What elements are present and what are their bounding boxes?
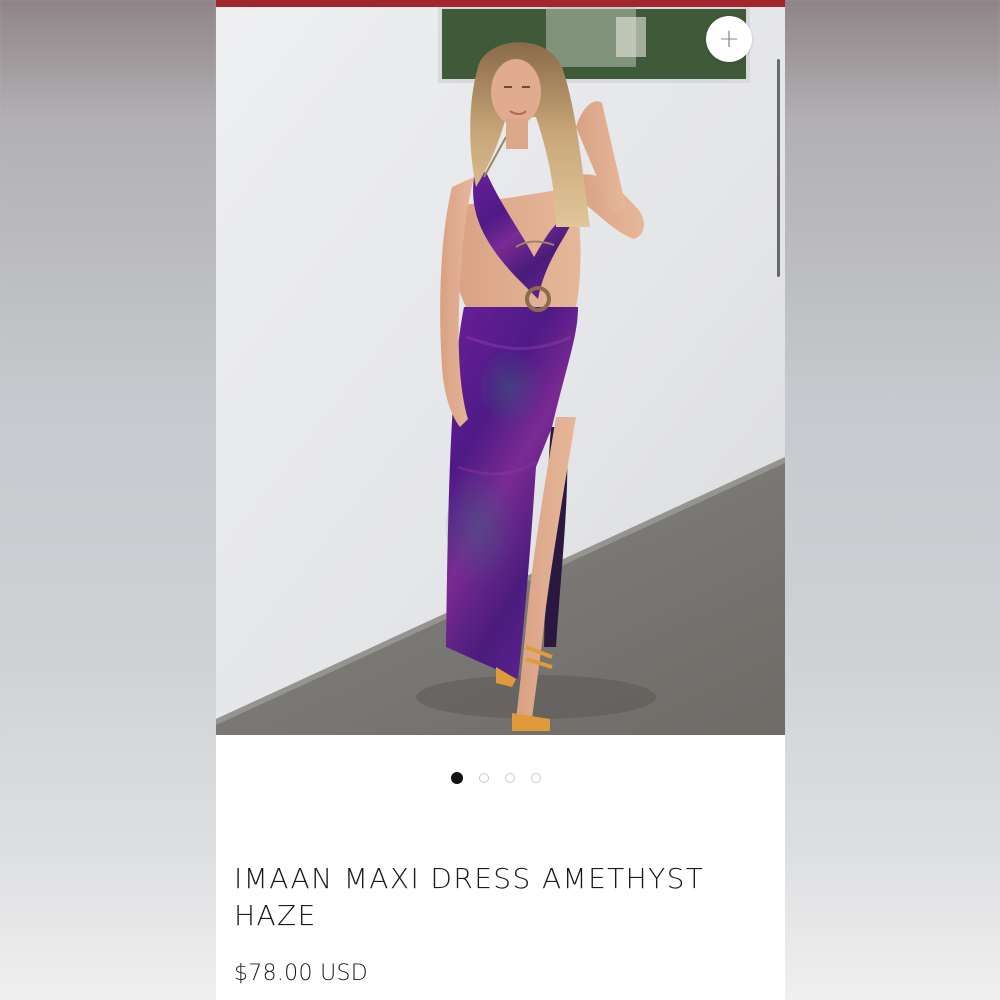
- blurred-background-left: [0, 0, 216, 1000]
- zoom-button[interactable]: +: [706, 16, 752, 62]
- carousel-indicators: [216, 772, 785, 787]
- product-image[interactable]: +: [216, 7, 785, 735]
- carousel-dot-2[interactable]: [478, 773, 489, 783]
- carousel-dot-4[interactable]: [530, 773, 541, 783]
- plus-icon: +: [718, 24, 740, 54]
- scrollbar-thumb[interactable]: [777, 59, 780, 277]
- carousel-dot-1[interactable]: [450, 772, 463, 784]
- carousel-dot-3[interactable]: [504, 773, 515, 783]
- brand-top-bar: [216, 0, 785, 7]
- blurred-background-right: [784, 0, 1000, 1000]
- product-price: $78.00 USD: [234, 961, 368, 986]
- product-title: IMAAN MAXI DRESS AMETHYST HAZE: [234, 862, 705, 932]
- product-page: + IMAAN MAXI DRESS AMETHYST HAZE $78.00 …: [216, 0, 785, 1000]
- product-photo: [216, 7, 785, 735]
